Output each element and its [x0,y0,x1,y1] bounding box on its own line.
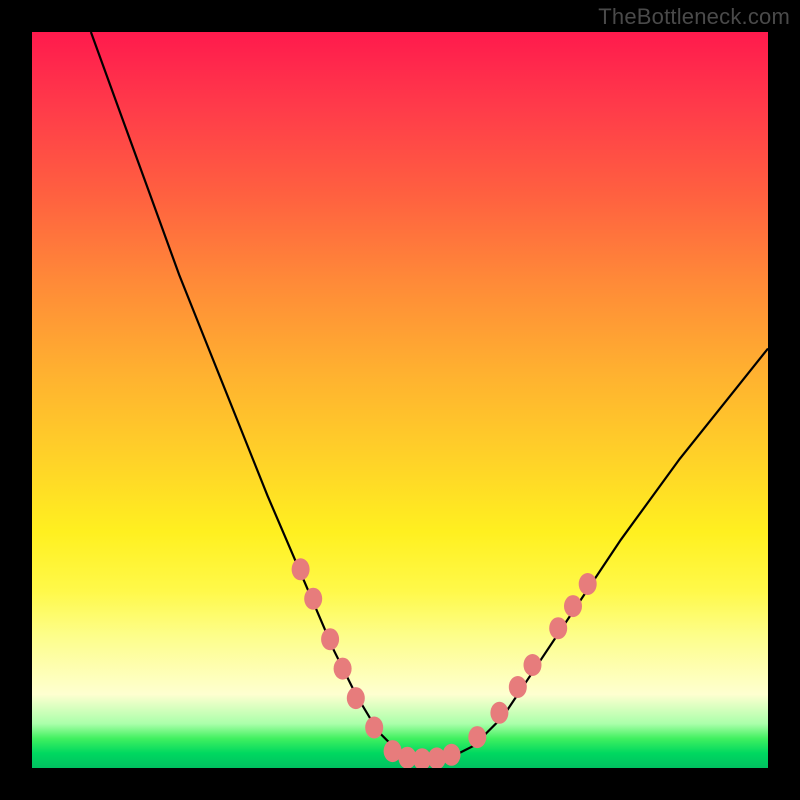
right-dot-6 [564,595,582,617]
watermark-text: TheBottleneck.com [598,4,790,30]
marker-group [292,558,597,768]
left-dot-1 [292,558,310,580]
bottleneck-curve [91,32,768,761]
chart-svg [32,32,768,768]
right-dot-7 [579,573,597,595]
right-dot-1 [468,726,486,748]
left-dot-4 [334,658,352,680]
left-dot-2 [304,588,322,610]
right-dot-5 [549,617,567,639]
plot-area [32,32,768,768]
right-dot-4 [524,654,542,676]
right-dot-3 [509,676,527,698]
flat-dot-5 [443,744,461,766]
left-dot-5 [347,687,365,709]
left-dot-3 [321,628,339,650]
chart-frame: TheBottleneck.com [0,0,800,800]
right-dot-2 [490,702,508,724]
left-dot-6 [365,717,383,739]
